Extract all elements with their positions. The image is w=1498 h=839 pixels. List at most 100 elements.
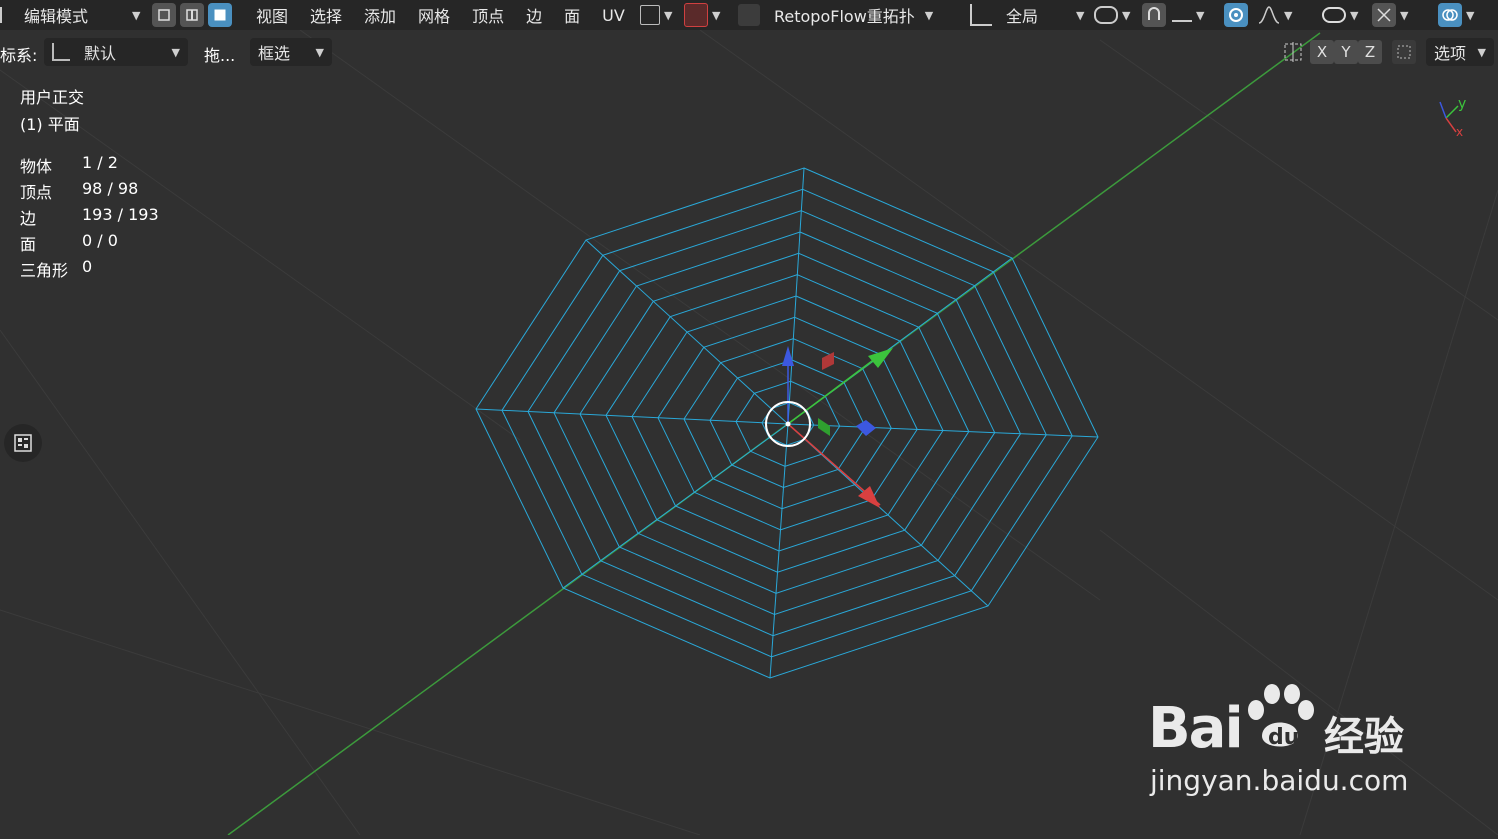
drag-label[interactable]: 拖... xyxy=(204,42,235,66)
transform-pivot-icon xyxy=(970,4,992,26)
mesh-spoke xyxy=(585,239,789,425)
baidu-paw-icon: du xyxy=(1242,684,1318,750)
grid-line xyxy=(1099,39,1498,321)
link-icon xyxy=(1094,6,1118,24)
menu-uv[interactable]: UV xyxy=(602,6,625,25)
stat-key: 边 xyxy=(20,209,37,228)
mirror-x-button[interactable]: X xyxy=(1310,40,1334,64)
vertex-select-icon[interactable] xyxy=(152,3,176,27)
proportional-icon xyxy=(1224,3,1248,27)
nav-x-label: x xyxy=(1456,125,1463,139)
orientation-value: 默认 xyxy=(84,44,117,63)
overlay-dropdown[interactable]: ▼ xyxy=(1438,0,1474,30)
chevron-down-icon: ▼ xyxy=(1196,8,1205,22)
auto-merge-icon[interactable] xyxy=(1392,40,1416,64)
grid-line xyxy=(0,329,361,836)
gizmo-dropdown[interactable]: ▼ xyxy=(1372,0,1408,30)
mirror-icon[interactable] xyxy=(1282,40,1304,64)
visibility-dropdown[interactable]: ▼ xyxy=(1322,0,1358,30)
chevron-down-icon: ▼ xyxy=(1466,8,1475,22)
grid-line xyxy=(299,29,1101,601)
menu-vertex[interactable]: 顶点 xyxy=(472,3,504,27)
falloff-curve-icon xyxy=(1258,6,1280,24)
menu-add[interactable]: 添加 xyxy=(364,3,396,27)
gizmo-center xyxy=(785,421,791,427)
stat-edges: 边 193 / 193 xyxy=(20,205,159,229)
proportional-edit-toggle[interactable] xyxy=(1224,0,1248,30)
stat-value: 0 xyxy=(82,257,93,276)
mode-selector[interactable]: 编辑模式 ▼ xyxy=(0,0,140,30)
watermark-brand: Bai xyxy=(1148,696,1244,761)
chevron-down-icon: ▼ xyxy=(132,8,141,22)
chevron-down-icon: ▼ xyxy=(315,45,324,59)
baidu-watermark: Bai du 经验 jingyan.baidu.com xyxy=(1148,676,1428,806)
edge-select-icon[interactable] xyxy=(180,3,204,27)
mesh-overlay-icon xyxy=(640,5,660,25)
navigation-gizmo[interactable]: y x xyxy=(1439,96,1466,139)
nav-y-label: y xyxy=(1458,96,1466,112)
toolbar-toggle[interactable] xyxy=(4,424,42,462)
nav-z-axis xyxy=(1439,101,1447,119)
gizmo-z-plane-handle[interactable] xyxy=(856,420,876,436)
face-select-icon[interactable] xyxy=(208,3,232,27)
snap-increment-icon xyxy=(1172,8,1192,22)
watermark-url: jingyan.baidu.com xyxy=(1150,764,1409,797)
chevron-down-icon: ▼ xyxy=(924,8,934,22)
retopoflow-label: RetopoFlow重拓扑 xyxy=(774,7,915,26)
pivot-point-dropdown[interactable]: ▼ xyxy=(1094,0,1130,30)
chevron-down-icon: ▼ xyxy=(171,45,180,59)
options-dropdown[interactable]: 选项 ▼ xyxy=(1426,38,1494,66)
mirror-z-button[interactable]: Z xyxy=(1358,40,1382,64)
menu-mesh[interactable]: 网格 xyxy=(418,3,450,27)
orientation-label: 标系: xyxy=(0,46,38,65)
select-mode-value: 框选 xyxy=(258,44,291,63)
menu-bar: 视图 选择 添加 网格 顶点 边 面 UV xyxy=(256,0,625,30)
stat-key: 面 xyxy=(20,235,37,254)
chevron-down-icon: ▼ xyxy=(664,8,673,22)
sidebar-toggle-icon xyxy=(14,434,32,452)
menu-edge[interactable]: 边 xyxy=(526,3,542,27)
transform-gizmo[interactable] xyxy=(765,346,893,508)
retopoflow-logo-icon xyxy=(738,4,760,26)
stat-faces: 面 0 / 0 xyxy=(20,231,118,255)
gizmo-toggle-icon xyxy=(1372,3,1396,27)
grid-line xyxy=(0,609,701,836)
snap-target-dropdown[interactable]: ▼ xyxy=(1172,0,1204,30)
menu-face[interactable]: 面 xyxy=(564,3,580,27)
stat-key: 顶点 xyxy=(20,183,53,202)
watermark-brand-cn: 经验 xyxy=(1324,714,1404,760)
retopoflow-icon xyxy=(684,3,708,27)
stat-value: 1 / 2 xyxy=(82,153,118,172)
transform-orientation-dropdown[interactable]: 全局 ▼ xyxy=(970,0,1084,30)
stat-key: 物体 xyxy=(20,157,53,176)
chevron-down-icon: ▼ xyxy=(1076,8,1085,22)
select-mode-dropdown[interactable]: 框选 ▼ xyxy=(250,38,332,66)
chevron-down-icon: ▼ xyxy=(1122,8,1131,22)
stat-triangles: 三角形 0 xyxy=(20,257,92,281)
view-name: 用户正交 xyxy=(20,88,85,107)
retopoflow-menu[interactable]: RetopoFlow重拓扑 ▼ xyxy=(738,0,933,30)
menu-view[interactable]: 视图 xyxy=(256,3,288,27)
retopo-tool-dropdown[interactable]: ▼ xyxy=(684,0,720,30)
paw-du-text: du xyxy=(1268,725,1299,750)
falloff-dropdown[interactable]: ▼ xyxy=(1258,0,1292,30)
grid-line xyxy=(699,29,1498,601)
overlay-mode-dropdown[interactable]: ▼ xyxy=(640,0,672,30)
object-name: (1) 平面 xyxy=(20,115,80,134)
menu-select[interactable]: 选择 xyxy=(310,3,342,27)
gizmo-y-plane-handle[interactable] xyxy=(818,418,830,436)
mirror-y-button[interactable]: Y xyxy=(1334,40,1358,64)
stat-vertices: 顶点 98 / 98 xyxy=(20,179,138,203)
mode-label: 编辑模式 xyxy=(24,7,89,26)
mode-icon xyxy=(0,7,12,23)
nav-x-axis xyxy=(1445,117,1457,133)
orientation-dropdown[interactable]: 默认 ▼ xyxy=(44,38,188,66)
chevron-down-icon: ▼ xyxy=(1477,45,1486,59)
stat-key: 三角形 xyxy=(20,261,69,280)
chevron-down-icon: ▼ xyxy=(1400,8,1409,22)
stat-value: 0 / 0 xyxy=(82,231,118,250)
transform-space-label: 全局 xyxy=(1006,7,1039,26)
snap-toggle[interactable] xyxy=(1142,0,1166,30)
header-bar: 编辑模式 ▼ 视图 选择 添加 网格 顶点 边 面 UV ▼ ▼ RetopoF… xyxy=(0,0,1498,30)
gizmo-x-plane-handle[interactable] xyxy=(822,352,834,370)
